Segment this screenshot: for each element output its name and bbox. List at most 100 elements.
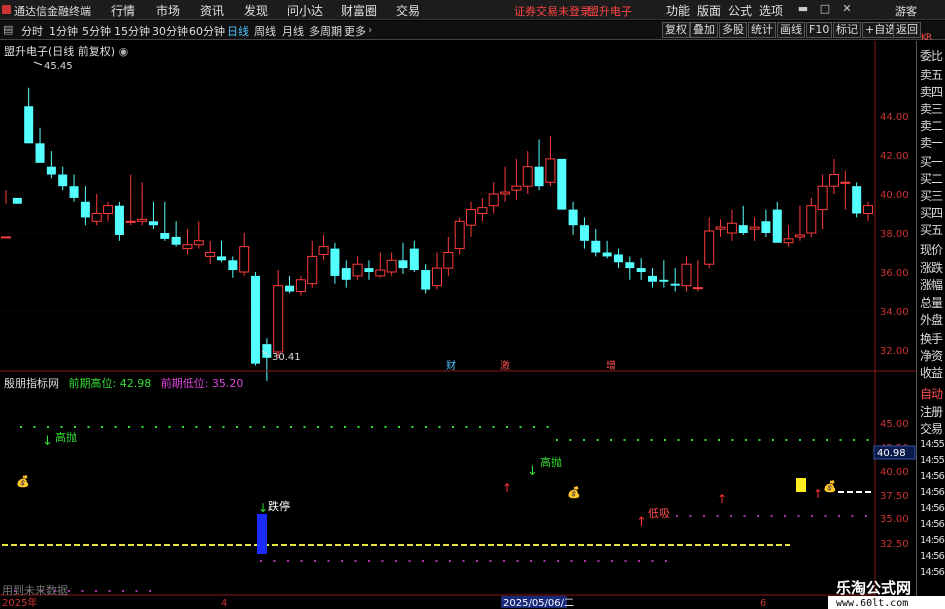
prev-low-dot <box>638 560 640 562</box>
panel-item: 买五 <box>920 223 943 237</box>
tab-15min[interactable]: 15分钟 <box>114 23 150 39</box>
down-arrow-icon: ↓ <box>258 501 268 515</box>
event-marker-increase[interactable]: 增 <box>606 359 616 372</box>
tab-monthly[interactable]: 月线 <box>282 23 304 39</box>
prev-high-dot <box>465 426 468 428</box>
menu-item-news[interactable]: 资讯 <box>200 2 224 19</box>
tab-multi-period[interactable]: 多周期 <box>309 23 342 39</box>
prev-high-dot <box>114 426 117 428</box>
candle-body <box>772 209 782 243</box>
prev-high-dot <box>438 426 441 428</box>
panel-tab-trade[interactable]: 交易 <box>920 420 943 437</box>
menu-item-functions[interactable]: 功能 <box>666 2 690 19</box>
prev-high-dot <box>533 426 535 428</box>
candle-body <box>205 252 216 257</box>
multi-stock-button[interactable]: 多股 <box>719 22 747 38</box>
maximize-icon[interactable]: □ <box>818 2 832 16</box>
prev-high-dot <box>650 439 653 441</box>
mark-button[interactable]: 标记 <box>833 22 861 38</box>
event-marker-finance[interactable]: 财 <box>446 359 456 372</box>
tab-intraday[interactable]: 分时 <box>21 23 43 39</box>
back-button[interactable]: 返回 <box>893 22 921 38</box>
menu-item-discover[interactable]: 发现 <box>244 2 268 19</box>
tab-5min[interactable]: 5分钟 <box>82 23 111 39</box>
panel-tab-register[interactable]: 注册 <box>920 403 943 420</box>
candle-body <box>421 270 431 290</box>
statistics-button[interactable]: 统计 <box>748 22 776 38</box>
login-status[interactable]: 证券交易未登录 <box>514 3 591 19</box>
panel-header: KR <box>921 33 932 43</box>
prev-low-dot <box>503 560 505 562</box>
panel-item: 总量 <box>920 296 943 310</box>
prev-high-dot <box>33 426 36 428</box>
candle-body <box>409 248 419 271</box>
panel-item: 委比 <box>920 49 943 63</box>
indicator-name[interactable]: 殷朋指标网 <box>4 377 59 390</box>
app-title: 通达信金融终端 <box>14 5 91 18</box>
tab-30min[interactable]: 30分钟 <box>152 23 188 39</box>
candle-body <box>863 205 873 214</box>
prev-low-dot <box>584 560 586 562</box>
prev-low-dot <box>273 560 276 562</box>
candle-body <box>398 260 408 269</box>
minimize-icon[interactable]: ▬ <box>796 2 810 16</box>
event-marker-incentive[interactable]: 激 <box>500 359 510 372</box>
overlay-button[interactable]: 叠加 <box>690 22 718 38</box>
tab-more[interactable]: 更多 <box>344 23 366 39</box>
indicator-tick: 32.50 <box>880 539 909 550</box>
prev-high-dot <box>826 439 828 441</box>
candle-body <box>466 209 477 226</box>
candle-body <box>330 248 340 276</box>
prev-low-dot <box>770 515 773 517</box>
f10-button[interactable]: F10 <box>806 22 833 38</box>
prev-high-dot <box>731 439 734 441</box>
chevron-right-icon[interactable]: › <box>368 23 372 36</box>
toolbar-menu-icon[interactable]: ▤ <box>3 23 13 36</box>
menu-item-wenxiaoda[interactable]: 问小达 <box>287 2 323 19</box>
prev-low-dot <box>651 560 654 562</box>
draw-line-button[interactable]: 画线 <box>777 22 805 38</box>
prev-high-dot <box>371 426 373 428</box>
menu-item-trade[interactable]: 交易 <box>396 2 420 19</box>
candle-body <box>636 268 646 272</box>
indicator-tick: 35.00 <box>880 514 909 525</box>
tab-weekly[interactable]: 周线 <box>254 23 276 39</box>
close-icon[interactable]: ✕ <box>840 2 854 16</box>
money-bag-icon: 💰 <box>567 486 581 499</box>
price-tick: 34.00 <box>880 307 909 318</box>
candle-body <box>307 255 318 285</box>
prev-low-dot <box>108 590 111 592</box>
menu-item-quotes[interactable]: 行情 <box>111 2 135 19</box>
candle-body <box>35 143 45 163</box>
cursor-date-label: 2025/05/06/二 <box>503 598 574 609</box>
prev-low-dot <box>784 515 786 517</box>
guest-label[interactable]: 游客 <box>895 3 917 19</box>
panel-tab-auto[interactable]: 自动 <box>920 385 943 402</box>
prev-low-dot <box>689 515 692 517</box>
panel-item: 买一 <box>920 155 943 169</box>
menu-item-formula[interactable]: 公式 <box>728 2 752 19</box>
prev-high-dot <box>236 426 238 428</box>
menu-item-layout[interactable]: 版面 <box>697 2 721 19</box>
candle-body <box>182 244 193 250</box>
candle-body <box>171 236 181 245</box>
money-bag-icon: 💰 <box>16 475 30 488</box>
prev-high-dot <box>425 426 427 428</box>
menu-item-market[interactable]: 市场 <box>156 2 180 19</box>
prev-high-dot <box>384 426 387 428</box>
candle-body <box>24 106 34 144</box>
tab-1min[interactable]: 1分钟 <box>49 23 78 39</box>
tab-60min[interactable]: 60分钟 <box>189 23 225 39</box>
prev-low-dot <box>341 560 343 562</box>
adjust-button[interactable]: 复权 <box>662 22 690 38</box>
candle-body <box>522 166 533 187</box>
indicator-tick: 37.50 <box>880 491 909 502</box>
menu-item-options[interactable]: 选项 <box>759 2 783 19</box>
kline-chart[interactable]: ↓ 高抛↓高抛↑低吸↓ 跌停↑↑ ↑💰💰 💰 44.00 42.00 40.00 38.… <box>0 41 916 609</box>
tab-daily[interactable]: 日线 <box>227 23 249 39</box>
candle-body <box>386 259 397 273</box>
date-label: 6 <box>760 598 766 609</box>
prev-high-dot <box>249 426 252 428</box>
down-arrow-icon: ↓ <box>42 434 53 449</box>
menu-item-wealth-circle[interactable]: 财富圈 <box>341 2 377 19</box>
